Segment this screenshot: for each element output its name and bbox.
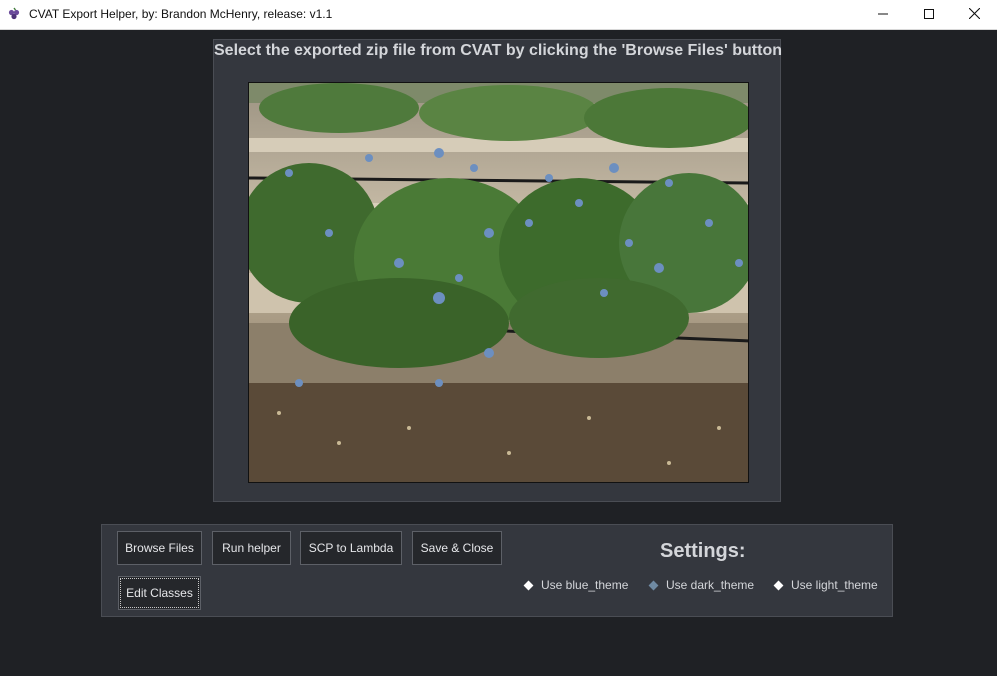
radio-dark-theme[interactable]: Use dark_theme — [648, 577, 755, 593]
controls-panel: Browse Files Run helper SCP to Lambda Sa… — [101, 524, 893, 617]
title-bar: CVAT Export Helper, by: Brandon McHenry,… — [0, 0, 997, 30]
radio-label: Use blue_theme — [541, 578, 629, 592]
edit-classes-button[interactable]: Edit Classes — [118, 576, 201, 610]
radio-blue-theme[interactable]: Use blue_theme — [523, 577, 629, 593]
scp-to-lambda-button[interactable]: SCP to Lambda — [300, 531, 402, 565]
radio-light-theme[interactable]: Use light_theme — [773, 577, 878, 593]
radio-label: Use dark_theme — [666, 578, 755, 592]
browse-files-button[interactable]: Browse Files — [117, 531, 202, 565]
instruction-label: Select the exported zip file from CVAT b… — [214, 42, 782, 59]
close-button[interactable] — [951, 0, 997, 29]
radio-indicator — [773, 580, 784, 590]
grape-icon — [7, 7, 21, 21]
radio-label: Use light_theme — [791, 578, 878, 592]
radio-indicator — [648, 580, 659, 590]
minimize-button[interactable] — [860, 0, 906, 29]
minimize-icon — [878, 6, 888, 24]
maximize-icon — [924, 6, 934, 24]
close-icon — [968, 6, 980, 24]
window-title: CVAT Export Helper, by: Brandon McHenry,… — [29, 7, 333, 21]
save-close-button[interactable]: Save & Close — [412, 531, 502, 565]
maximize-button[interactable] — [906, 0, 952, 29]
preview-panel: Select the exported zip file from CVAT b… — [213, 39, 782, 502]
radio-indicator — [523, 580, 534, 590]
blueberry-bush-photo — [248, 82, 749, 483]
run-helper-button[interactable]: Run helper — [212, 531, 291, 565]
settings-title: Settings: — [660, 540, 746, 562]
